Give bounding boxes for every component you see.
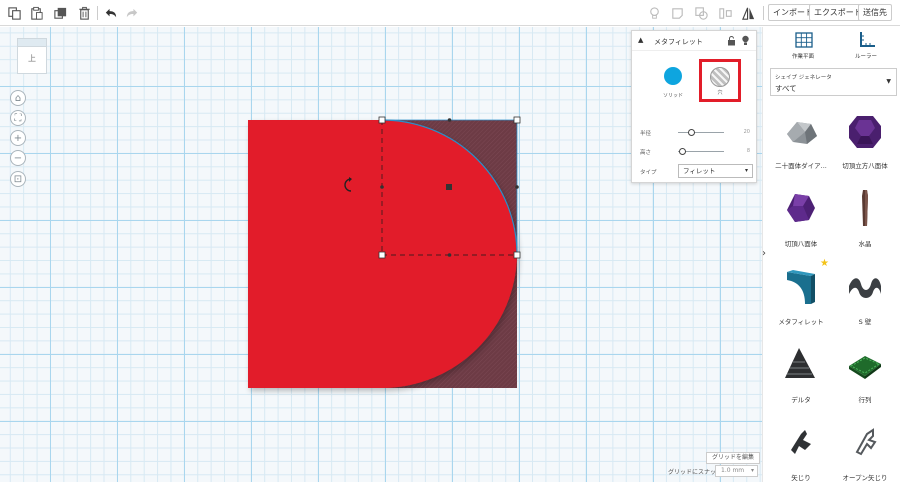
shape-label: オープン矢じり [842,474,888,482]
shape-item-truncated-cuboctahedron[interactable]: 切頂立方八面体 [835,100,895,178]
shape-label: 二十面体ダイア... [775,162,827,170]
icosahedron-icon [787,122,817,144]
shape-item-s-wall[interactable]: S 壁 [835,256,895,334]
shape-item-array[interactable]: 行列 [835,334,895,412]
ruler-tool[interactable]: ルーラー [841,31,891,61]
workplane-tool[interactable]: 作業平面 [778,31,828,61]
align-icon[interactable] [716,4,734,22]
trash-icon[interactable] [75,4,93,22]
star-icon: ★ [820,258,829,269]
ruler-icon [860,32,875,47]
snap-grid-value: 1.0 mm [721,467,745,474]
resize-handle[interactable] [513,116,521,124]
shape-label: 切頂八面体 [784,240,818,248]
truncated-octahedron-icon [787,194,815,222]
hole-option-highlight[interactable]: 穴 [699,59,741,102]
shape-label: デルタ [791,396,811,404]
collapse-icon[interactable]: ▲ [638,36,643,44]
workplane-label: 作業平面 [791,54,814,60]
shape-inspector: ▲ メタフィレット ソリッド 穴 半径 20 高さ 8 タイプ フィレット ▾ [631,30,757,183]
radius-slider[interactable] [678,132,724,133]
open-arrow-icon [855,428,877,456]
shape-item-arrow[interactable]: 矢じり [771,412,831,482]
edge-handle[interactable] [380,185,384,189]
mirror-icon[interactable] [739,4,757,22]
paste-icon[interactable] [27,4,45,22]
type-value: フィレット [683,167,716,175]
edge-handle[interactable] [447,253,452,257]
ruler-label: ルーラー [854,54,877,60]
height-value[interactable]: 8 [730,148,750,154]
height-slider-thumb[interactable] [679,148,687,155]
edit-grid-button[interactable]: グリッドを編集 [706,452,761,464]
top-toolbar: インポート エクスポート 送信先 [0,0,900,26]
solid-label: ソリッド [662,93,683,99]
shape-label: 切頂立方八面体 [842,162,888,170]
shape-label: メタフィレット [778,318,824,326]
chevron-down-icon: ▼ [886,78,891,85]
shape-label: 行列 [858,396,872,404]
toolbar-divider [97,6,98,20]
toolbar-divider [763,6,764,20]
lock-icon[interactable] [727,36,736,46]
height-handle[interactable] [446,184,452,190]
shape-label: 水晶 [858,240,872,248]
redo-icon[interactable] [123,4,141,22]
inspector-title: メタフィレット [654,38,703,46]
radius-value[interactable]: 20 [730,129,750,135]
crystal-icon [862,190,868,226]
inspector-header: ▲ メタフィレット [632,31,756,51]
edge-handle[interactable] [447,118,452,122]
resize-handle[interactable] [378,251,386,259]
chevron-down-icon: ▾ [750,467,754,474]
truncated-cuboctahedron-icon [849,116,881,148]
chevron-down-icon: ▾ [744,167,748,174]
lightbulb-icon[interactable] [645,4,663,22]
type-select[interactable]: フィレット ▾ [678,164,753,178]
shape-label: 矢じり [791,474,811,482]
library-value: すべて [775,84,797,93]
snap-grid-label: グリッドにスナップ [668,469,723,476]
snap-grid-select[interactable]: 1.0 mm ▾ [715,465,758,477]
s-wall-icon [849,278,881,298]
edge-handle[interactable] [515,185,519,189]
shape-item-crystal[interactable]: 水晶 [835,178,895,256]
workplane-icon [795,32,813,48]
note-icon[interactable] [668,4,686,22]
undo-icon[interactable] [101,4,119,22]
duplicate-icon[interactable] [51,4,69,22]
shape-list: 二十面体ダイア... 切頂立方八面体 切頂八面体 水晶 メタフィレット ★ S … [771,100,899,482]
lightbulb-icon[interactable] [741,35,750,46]
send-to-button[interactable]: 送信先 [858,4,892,21]
chevron-right-icon[interactable]: › [762,248,766,259]
resize-handle[interactable] [513,251,521,259]
shape-item-icosahedron[interactable]: 二十面体ダイア... [771,100,831,178]
arrow-icon [791,430,811,454]
height-label: 高さ [640,150,652,156]
resize-handle[interactable] [378,116,386,124]
type-label: タイプ [640,170,657,176]
shape-item-delta[interactable]: デルタ [771,334,831,412]
copy-icon[interactable] [5,4,23,22]
radius-label: 半径 [640,131,652,137]
shape-library-select[interactable]: シェイプ ジェネレータ すべて ▼ [770,68,897,96]
hole-label: 穴 [717,90,723,96]
shape-item-truncated-octahedron[interactable]: 切頂八面体 [771,178,831,256]
shape-label: S 壁 [858,318,872,326]
solid-color-swatch[interactable] [664,67,682,85]
shapes-panel: 作業平面 ルーラー シェイプ ジェネレータ すべて ▼ 二十面体ダイア... 切… [767,27,900,482]
shape-item-open-arrow[interactable]: オープン矢じり [835,412,895,482]
group-icon[interactable] [692,4,710,22]
tinkercad-editor: インポート エクスポート 送信先 上 ⌂ ⛶ + − ⊡ グリッドを編集 グリッ… [0,0,900,482]
meta-fillet-icon [787,270,815,304]
library-header: シェイプ ジェネレータ [775,75,832,81]
radius-slider-thumb[interactable] [688,129,696,136]
delta-icon [785,348,815,378]
array-icon [849,356,881,379]
hole-swatch[interactable] [710,67,730,87]
